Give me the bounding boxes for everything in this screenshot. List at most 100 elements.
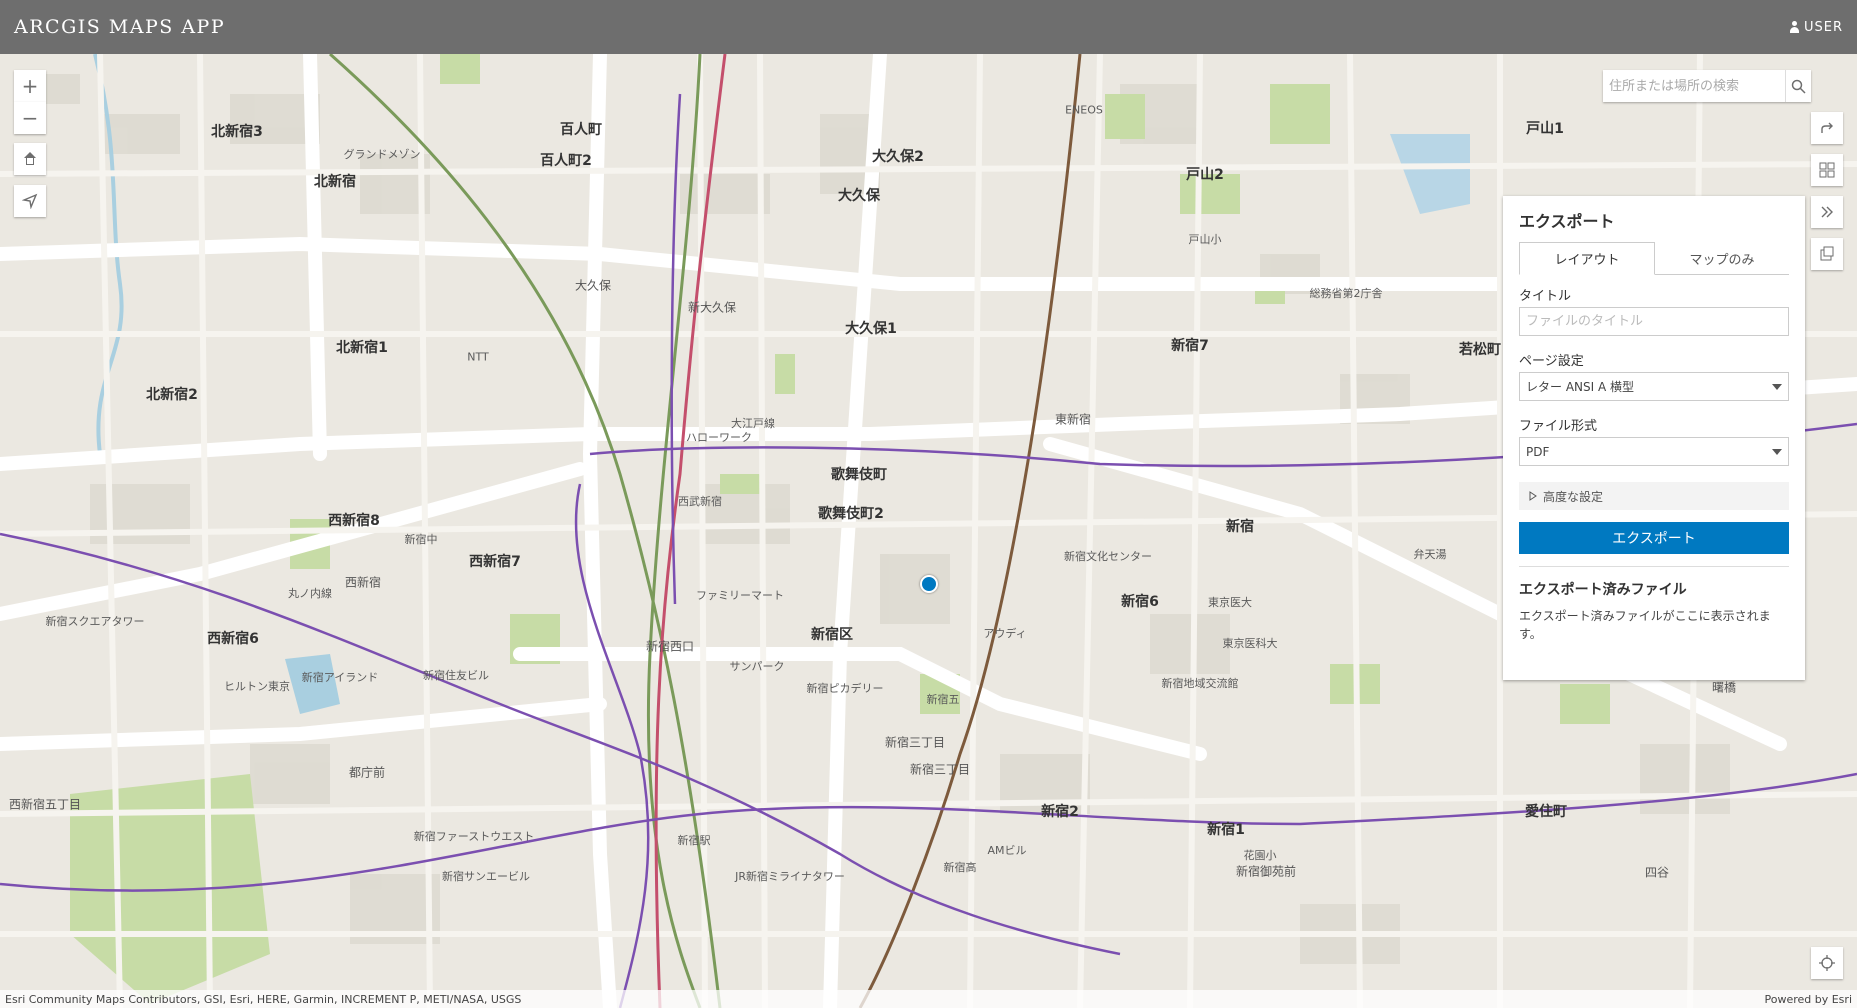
map-place-label: サンパーク [729,660,785,673]
map-place-label: 新宿御苑前 [1235,864,1297,879]
plus-icon: + [21,74,39,98]
share-arrow-icon [1821,122,1833,133]
map-place-label: 新宿スクエアタワー [45,615,145,628]
map-place-label: グランドメゾン [343,148,421,161]
export-button[interactable]: エクスポート [1519,522,1789,554]
file-format-select[interactable]: PDF [1519,437,1789,466]
map-place-label: 新大久保 [687,300,737,315]
map-place-label: 西武新宿 [678,495,722,508]
map-place-label: 戸山小 [1188,233,1222,246]
home-button[interactable] [14,143,46,175]
map-place-label: 新宿文化センター [1064,550,1152,563]
map-place-label: 大久保2 [872,149,924,165]
page-setup-label: ページ設定 [1519,354,1584,369]
collapse-panel-button[interactable] [1811,196,1843,228]
map-place-label: 北新宿2 [146,387,198,403]
map-place-label: 新宿2 [1041,804,1079,820]
map-place-label: 戸山1 [1526,121,1564,137]
file-title-input[interactable] [1519,307,1789,336]
map-place-label: 新宿中 [404,533,438,546]
map-place-label: 百人町2 [540,153,592,169]
map-place-label: 新宿住友ビル [423,669,489,682]
search-button[interactable] [1785,70,1811,102]
file-format-label: ファイル形式 [1519,419,1598,434]
file-format-value: PDF [1526,444,1550,459]
map-place-label: 都庁前 [348,765,386,780]
map-place-label: 新宿地域交流館 [1161,677,1239,690]
map-place-label: ハローワーク [686,431,752,444]
page-setup-value: レター ANSI A 横型 [1526,380,1634,394]
map-place-label: 西新宿8 [328,513,380,529]
map-place-label: アウディ [983,627,1027,640]
tab-map-only[interactable]: マップのみ [1655,242,1789,274]
powered-by[interactable]: Powered by Esri [1764,993,1852,1006]
map-place-label: 北新宿3 [211,124,263,140]
map-place-label: 新宿高 [943,861,977,874]
user-icon [1789,21,1800,33]
home-icon [23,152,37,166]
map-place-label: 大久保 [838,188,880,204]
map-place-label: 新宿アイランド [301,671,379,684]
map-place-label: 花園小 [1243,849,1277,862]
map-place-label: 西新宿 [344,575,382,590]
map-place-label: 西新宿6 [207,631,259,647]
grid-icon [1819,162,1835,178]
page-setup-select[interactable]: レター ANSI A 横型 [1519,372,1789,401]
title-label: タイトル [1519,289,1572,304]
map-place-label: 百人町 [560,122,602,138]
attribution-text: Esri Community Maps Contributors, GSI, E… [5,992,522,1006]
zoom-in-button[interactable]: + [14,70,46,102]
tab-layout[interactable]: レイアウト [1519,242,1655,275]
map-place-label: 東京医大 [1208,596,1252,609]
map-place-label: ヒルトン東京 [224,680,290,693]
map-place-label: 新宿三丁目 [909,762,971,777]
divider [1519,566,1789,567]
advanced-settings-label: 高度な設定 [1543,489,1604,504]
locate-button[interactable] [14,185,46,217]
basemap-gallery-button[interactable] [1811,154,1843,186]
chevron-down-icon [1772,383,1782,390]
map-place-label: 新宿三丁目 [884,735,946,750]
map-place-label: JR新宿ミライナタワー [735,870,845,883]
advanced-settings-toggle[interactable]: 高度な設定 [1519,482,1789,510]
map-place-label: ENEOS [1065,103,1103,117]
map-attribution: Esri Community Maps Contributors, GSI, E… [0,990,1857,1008]
map-place-label: 北新宿1 [336,340,388,356]
exported-files-title: エクスポート済みファイル [1519,582,1687,598]
exported-files-note: エクスポート済みファイルがここに表示されます。 [1519,609,1771,641]
print-button[interactable] [1811,238,1843,270]
map-place-label: 東新宿 [1054,412,1092,427]
map-place-label: 愛住町 [1525,804,1567,820]
map-place-label: 総務省第2庁舎 [1309,287,1383,300]
chevron-down-icon [1772,448,1782,455]
map-place-label: 大久保 [574,278,612,293]
map-place-label: 若松町 [1459,342,1501,358]
map-place-label: 西新宿7 [469,554,521,570]
map-place-label: AMビル [987,844,1027,857]
search-input[interactable] [1603,70,1785,102]
map-place-label: 東京医科大 [1222,637,1278,650]
search-icon [1791,79,1806,94]
share-button[interactable] [1811,112,1843,144]
double-chevron-right-icon [1821,206,1833,218]
map-place-label: 新宿五 [926,693,960,706]
app-header: ARCGIS MAPS APP USER [0,0,1857,54]
map-place-label: 四谷 [1644,865,1670,880]
export-panel: エクスポート レイアウト マップのみ タイトル ページ設定 レター ANSI A… [1503,196,1805,680]
user-button[interactable]: USER [1789,20,1843,35]
zoom-out-button[interactable]: − [14,102,46,134]
map-place-label: 新宿6 [1121,594,1159,610]
map-place-label: ファミリーマート [696,589,784,602]
map-place-label: 新宿ファーストウエスト [413,830,535,843]
track-location-button[interactable] [1811,947,1843,979]
search-box [1603,70,1811,102]
map-place-label: 新宿西口 [645,639,695,654]
map-place-label: 新宿区 [811,627,853,643]
map-place-label: 新宿ピカデリー [806,682,884,695]
export-tabs: レイアウト マップのみ [1519,242,1789,275]
map-place-label: 新宿サンエービル [442,870,530,883]
map-place-label: 西新宿五丁目 [8,797,82,812]
current-location-marker[interactable] [920,575,938,593]
map-place-label: NTT [467,350,489,364]
map-place-label: 北新宿 [314,174,356,190]
